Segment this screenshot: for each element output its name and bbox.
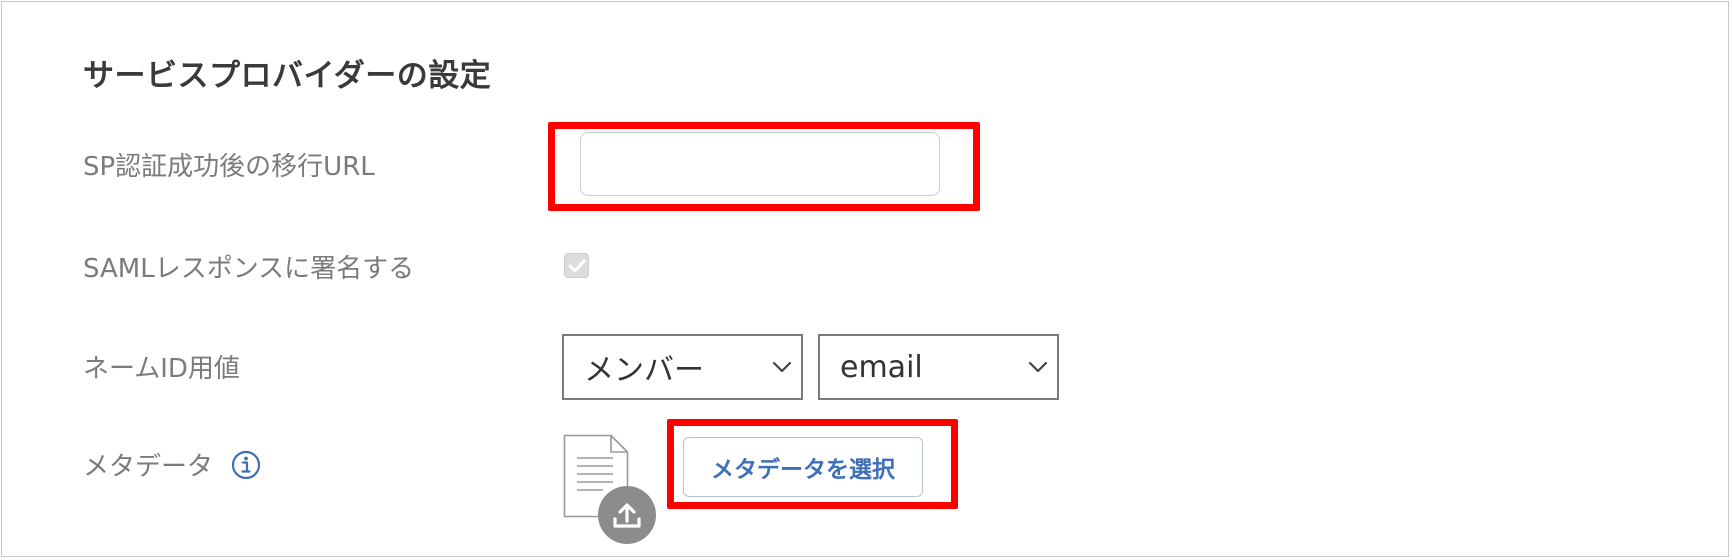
section-title: サービスプロバイダーの設定 <box>83 58 492 94</box>
upload-icon[interactable] <box>598 486 656 544</box>
name-id-label-text: ネームID用値 <box>83 354 240 384</box>
saml-sign-checkbox[interactable] <box>564 253 589 278</box>
chevron-down-icon <box>772 361 792 373</box>
sp-url-label: SP認証成功後の移行URL <box>83 146 375 183</box>
saml-sign-label: SAMLレスポンスに署名する <box>83 248 414 285</box>
saml-sign-label-text: SAMLレスポンスに署名する <box>83 254 415 284</box>
name-id-source-select[interactable]: メンバー <box>562 334 803 400</box>
name-id-source-value: メンバー <box>584 353 704 388</box>
name-id-attribute-select[interactable]: email <box>818 334 1059 400</box>
metadata-label-text: メタデータ <box>83 452 214 482</box>
name-id-label: ネームID用値 <box>83 348 240 385</box>
metadata-label: メタデータ <box>83 446 261 483</box>
metadata-button-highlight-box <box>667 419 958 509</box>
sp-url-label-text: SP認証成功後の移行URL <box>83 152 375 182</box>
checkmark-icon <box>568 259 585 272</box>
sp-url-highlight-box <box>548 122 980 211</box>
info-icon[interactable] <box>231 450 261 480</box>
name-id-attribute-value: email <box>840 349 923 385</box>
chevron-down-icon <box>1028 361 1048 373</box>
